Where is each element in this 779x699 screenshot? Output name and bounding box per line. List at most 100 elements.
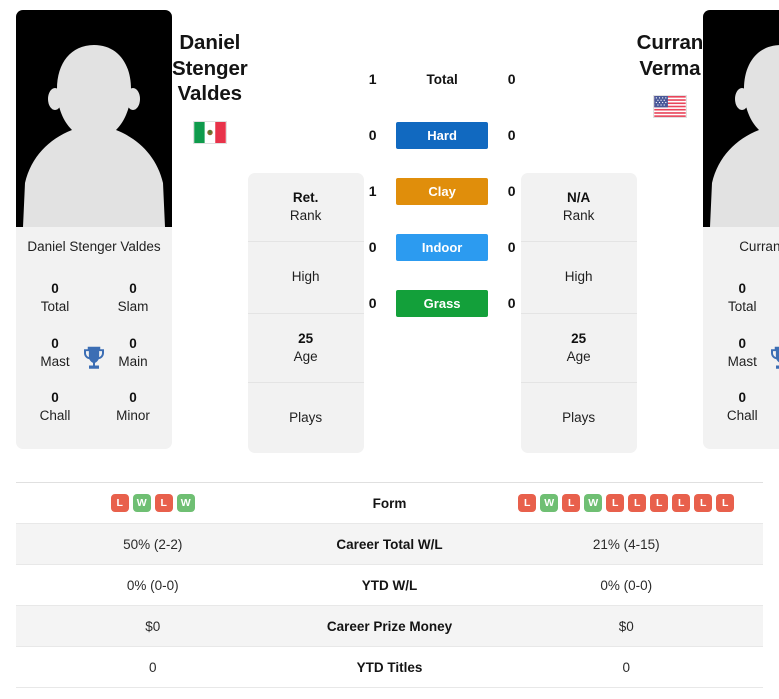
h2h-total-left-count: 1 <box>368 71 377 87</box>
player-comparison-page: Daniel Stenger Valdes 0 Total 0 Slam 0 M… <box>0 0 779 699</box>
left-player-photo <box>16 10 172 227</box>
player-silhouette-icon <box>23 45 165 227</box>
right-player-name-block: Curran Verma <box>636 10 704 119</box>
left-titles-grid: 0 Total 0 Slam 0 Mast 0 Main 0 Chall 0 M… <box>16 267 172 448</box>
left-info-age: 25 Age <box>247 314 364 384</box>
right-ytd-titles: 0 <box>622 659 630 675</box>
right-info-rank-label: Rank <box>562 208 595 224</box>
mexico-flag-icon <box>192 120 227 144</box>
table-row-ytd-titles: 0 YTD Titles 0 <box>16 647 763 688</box>
table-row-career-prize-money: $0 Career Prize Money $0 <box>16 606 763 647</box>
form-badge-win: W <box>132 494 151 512</box>
left-player-column: Daniel Stenger Valdes 0 Total 0 Slam 0 M… <box>16 10 172 449</box>
h2h-indoor-left-count: 0 <box>368 239 377 255</box>
player-silhouette-icon <box>710 45 779 227</box>
table-row-career-total-wl: 50% (2-2) Career Total W/L 21% (4-15) <box>16 524 763 565</box>
h2h-clay-bar[interactable]: Clay <box>396 177 489 205</box>
table-label-career-prize-money: Career Prize Money <box>326 618 453 634</box>
right-player-column: Curran Verma 0 Total 0 Slam 0 <box>703 10 779 449</box>
left-title-chall-value: 0 <box>51 390 59 406</box>
left-ytd-titles: 0 <box>148 659 157 675</box>
left-title-total-value: 0 <box>51 281 59 297</box>
left-title-slam-label: Slam <box>117 299 149 315</box>
stats-comparison-table: LWLW Form LWLWLLLLLL 50% (2-2) Career To… <box>16 482 763 688</box>
form-badge-loss: L <box>606 494 625 512</box>
usa-flag-icon <box>652 95 687 119</box>
h2h-row-hard: 0 Hard 0 <box>364 121 521 149</box>
left-info-age-value: 25 <box>298 330 314 346</box>
right-info-plays: Plays <box>521 383 637 453</box>
right-info-plays-label: Plays <box>562 410 596 426</box>
right-player-photo <box>703 10 779 227</box>
right-info-age-value: 25 <box>571 330 587 346</box>
right-player-name-line1: Curran <box>636 31 704 54</box>
h2h-indoor-bar[interactable]: Indoor <box>396 233 489 261</box>
h2h-total-right-count: 0 <box>507 71 516 87</box>
left-player-photo-name: Daniel Stenger Valdes <box>27 239 161 254</box>
h2h-clay-right-count: 0 <box>507 183 516 199</box>
left-info-high-label: High <box>291 269 320 285</box>
right-title-cell-chall: 0 Chall <box>703 380 779 434</box>
right-info-high-label: High <box>564 269 593 285</box>
table-label-career-total-wl: Career Total W/L <box>336 536 443 552</box>
left-player-name-block: Daniel Stenger Valdes <box>172 10 248 144</box>
form-badge-win: W <box>176 494 195 512</box>
left-career-total-wl: 50% (2-2) <box>123 536 183 552</box>
table-label-form: Form <box>372 495 407 511</box>
head-to-head-surfaces: 1 Total 0 0 Hard 0 1 Clay 0 0 Indoor 0 0 <box>364 10 521 317</box>
left-info-rank-value: Ret. <box>292 190 319 205</box>
trophy-icon <box>84 346 104 369</box>
form-badge-loss: L <box>518 494 537 512</box>
h2h-row-grass: 0 Grass 0 <box>364 289 521 317</box>
h2h-row-indoor: 0 Indoor 0 <box>364 233 521 261</box>
form-badge-loss: L <box>694 494 713 512</box>
comparison-header: Daniel Stenger Valdes 0 Total 0 Slam 0 M… <box>0 0 779 472</box>
form-badge-loss: L <box>110 494 129 512</box>
left-title-minor-value: 0 <box>129 390 137 406</box>
left-info-rank-label: Rank <box>289 208 322 224</box>
h2h-total-label: Total <box>426 71 458 87</box>
left-form-badges: LWLW <box>16 494 290 512</box>
form-badge-loss: L <box>154 494 173 512</box>
right-info-high: High <box>520 242 637 314</box>
h2h-grass-right-count: 0 <box>507 295 516 311</box>
left-title-cell-slam: 0 Slam <box>94 271 172 325</box>
h2h-hard-bar[interactable]: Hard <box>396 121 489 149</box>
right-info-age-label: Age <box>566 348 591 364</box>
h2h-grass-bar[interactable]: Grass <box>396 289 489 317</box>
left-title-slam-value: 0 <box>129 281 137 297</box>
left-title-cell-total: 0 Total <box>16 271 94 325</box>
left-player-info-card: Ret. Rank High 25 Age Plays <box>247 173 364 454</box>
h2h-row-total: 1 Total 0 <box>364 65 521 93</box>
h2h-indoor-right-count: 0 <box>507 239 516 255</box>
h2h-hard-left-count: 0 <box>368 127 377 143</box>
form-badge-win: W <box>540 494 559 512</box>
trophy-icon <box>771 346 779 369</box>
left-title-cell-minor: 0 Minor <box>94 380 172 434</box>
right-info-age: 25 Age <box>520 314 637 384</box>
form-badge-loss: L <box>672 494 691 512</box>
right-info-rank-value: N/A <box>566 190 591 205</box>
right-player-card[interactable]: Curran Verma 0 Total 0 Slam 0 <box>703 10 779 449</box>
form-badge-loss: L <box>716 494 735 512</box>
h2h-grass-left-count: 0 <box>368 295 377 311</box>
left-career-prize-money: $0 <box>145 618 161 634</box>
right-player-info-card: N/A Rank High 25 Age Plays <box>520 173 637 454</box>
h2h-hard-right-count: 0 <box>507 127 516 143</box>
left-info-plays: Plays <box>248 383 364 453</box>
left-title-total-label: Total <box>40 299 70 315</box>
right-info-rank: N/A Rank <box>520 173 637 243</box>
right-title-chall-label: Chall <box>726 408 758 424</box>
right-player-name-line2: Verma <box>639 56 701 80</box>
left-player-name-line2: Valdes <box>177 82 242 106</box>
left-player-name-line1: Daniel Stenger <box>172 31 248 80</box>
h2h-row-clay: 1 Clay 0 <box>364 177 521 205</box>
form-badge-loss: L <box>562 494 581 512</box>
right-career-total-wl: 21% (4-15) <box>592 536 660 552</box>
left-title-chall-label: Chall <box>39 408 71 424</box>
form-badge-win: W <box>584 494 603 512</box>
left-player-card[interactable]: Daniel Stenger Valdes 0 Total 0 Slam 0 M… <box>16 10 172 449</box>
table-row-form: LWLW Form LWLWLLLLLL <box>16 483 763 524</box>
table-label-ytd-wl: YTD W/L <box>361 577 418 593</box>
right-titles-grid: 0 Total 0 Slam 0 Mast 0 Main <box>703 267 779 448</box>
